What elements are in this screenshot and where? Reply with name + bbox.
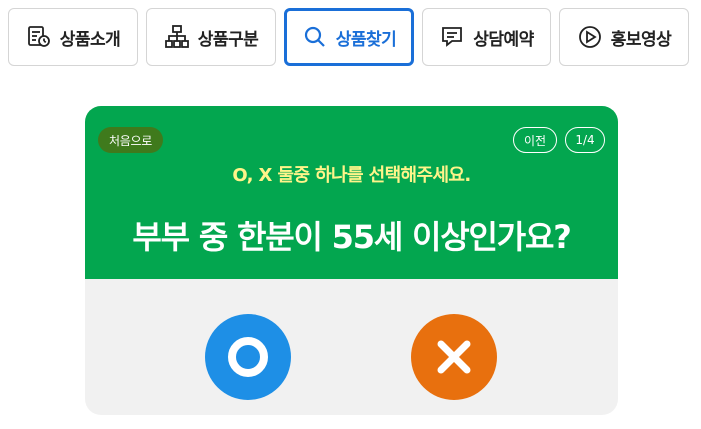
quiz-card: 처음으로 이전 1/4 O, X 둘중 하나를 선택해주세요. 부부 중 한분이… xyxy=(85,106,618,415)
quiz-question: 부부 중 한분이 55세 이상인가요? xyxy=(132,218,571,256)
play-icon xyxy=(577,24,603,50)
cross-x-icon xyxy=(437,340,471,374)
quiz-header: 처음으로 이전 1/4 O, X 둘중 하나를 선택해주세요. 부부 중 한분이… xyxy=(85,106,618,279)
product-info-icon xyxy=(26,24,52,50)
tab-consult-reservation[interactable]: 상담예약 xyxy=(422,8,551,66)
tab-label: 상담예약 xyxy=(473,29,534,50)
search-icon xyxy=(302,24,328,50)
quiz-instruction: O, X 둘중 하나를 선택해주세요. xyxy=(232,165,471,186)
tab-label: 홍보영상 xyxy=(610,29,672,50)
circle-o-icon xyxy=(228,337,268,377)
answer-x-button[interactable] xyxy=(411,314,497,400)
tab-product-intro[interactable]: 상품소개 xyxy=(8,8,138,66)
tab-product-search[interactable]: 상품찾기 xyxy=(284,8,414,66)
progress-badge: 1/4 xyxy=(565,127,605,153)
tab-promo-video[interactable]: 홍보영상 xyxy=(559,8,689,66)
answer-o-button[interactable] xyxy=(205,314,291,400)
tab-label: 상품찾기 xyxy=(335,29,397,50)
tab-product-category[interactable]: 상품구분 xyxy=(146,8,276,66)
previous-button[interactable]: 이전 xyxy=(513,127,557,153)
org-chart-icon xyxy=(164,24,190,50)
tab-label: 상품구분 xyxy=(197,29,259,50)
tab-label: 상품소개 xyxy=(59,29,121,50)
home-button[interactable]: 처음으로 xyxy=(98,127,163,153)
tab-bar: 상품소개 상품구분 상품찾기 상담예약 홍보영상 xyxy=(8,8,689,66)
chat-icon xyxy=(439,24,465,50)
